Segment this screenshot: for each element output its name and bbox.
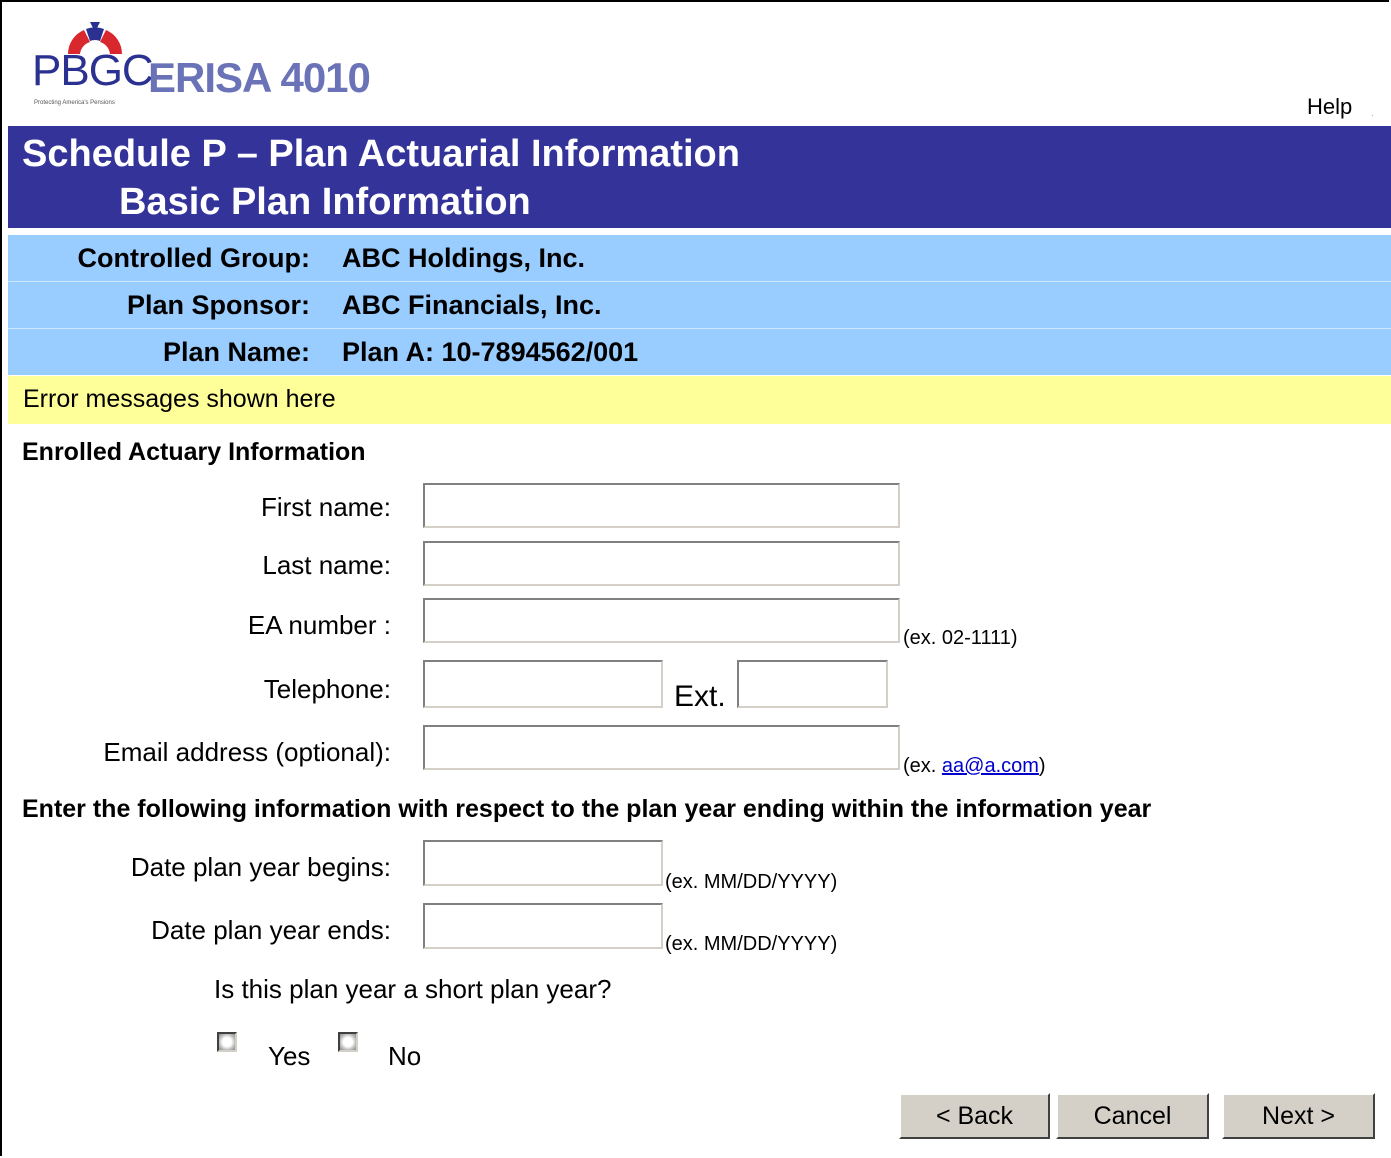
ext-label: Ext. [674,680,726,713]
no-radio[interactable] [338,1032,358,1052]
help-separator: . [1371,108,1374,119]
email-label: Email address (optional): [103,737,391,767]
plan-year-ends-input[interactable] [423,903,663,949]
ea-number-hint: (ex. 02-1111) [903,627,1018,649]
ea-number-label: EA number : [247,610,391,640]
controlled-group-value: ABC Holdings, Inc. [342,243,585,273]
plan-year-section-title: Enter the following information with res… [22,795,1152,823]
plan-year-begins-input[interactable] [423,840,663,886]
logo-tagline: Protecting America's Pensions [34,100,115,106]
back-button[interactable]: < Back [899,1093,1050,1139]
email-example-link[interactable]: aa@a.com [942,755,1039,777]
extension-input[interactable] [737,660,888,708]
page-title: Schedule P – Plan Actuarial Information [22,133,740,175]
logo-erisa-text: ERISA 4010 [148,54,371,101]
page-subtitle: Basic Plan Information [119,181,531,223]
telephone-label: Telephone: [263,674,391,704]
plan-sponsor-row: Plan Sponsor: ABC Financials, Inc. [8,282,1391,328]
begins-label: Date plan year begins: [130,852,391,882]
last-name-input[interactable] [423,541,900,586]
error-message-bar: Error messages shown here [8,376,1391,424]
pbgc-erisa-logo: PBGC ERISA 4010 Protecting America's Pen… [30,16,375,111]
last-name-label: Last name: [262,550,391,580]
cancel-button[interactable]: Cancel [1056,1093,1209,1139]
telephone-input[interactable] [423,660,663,708]
yes-radio[interactable] [217,1032,237,1052]
first-name-input[interactable] [423,483,900,528]
plan-name-label: Plan Name: [162,337,310,367]
short-year-question: Is this plan year a short plan year? [214,974,612,1004]
help-link[interactable]: Help [1307,94,1352,120]
ea-number-input[interactable] [423,598,900,643]
email-input[interactable] [423,725,900,770]
first-name-label: First name: [260,492,391,522]
ends-hint: (ex. MM/DD/YYYY) [665,933,838,955]
actuary-section-title: Enrolled Actuary Information [22,438,366,466]
logo-pbgc-text: PBGC [32,46,154,95]
no-label: No [388,1041,422,1071]
error-message-text: Error messages shown here [23,385,336,413]
controlled-group-label: Controlled Group: [77,243,310,273]
ends-label: Date plan year ends: [151,915,391,945]
controlled-group-row: Controlled Group: ABC Holdings, Inc. [8,235,1391,281]
email-hint-suffix: ) [1038,755,1046,777]
plan-name-row: Plan Name: Plan A: 10-7894562/001 [8,329,1391,375]
email-hint: (ex. aa@a.com) [903,755,1046,778]
plan-name-value: Plan A: 10-7894562/001 [342,337,639,367]
email-hint-prefix: (ex. [903,755,942,777]
next-button[interactable]: Next > [1222,1093,1375,1139]
begins-hint: (ex. MM/DD/YYYY) [665,871,838,893]
yes-label: Yes [268,1041,311,1071]
plan-sponsor-value: ABC Financials, Inc. [342,290,602,320]
plan-sponsor-label: Plan Sponsor: [126,290,310,320]
